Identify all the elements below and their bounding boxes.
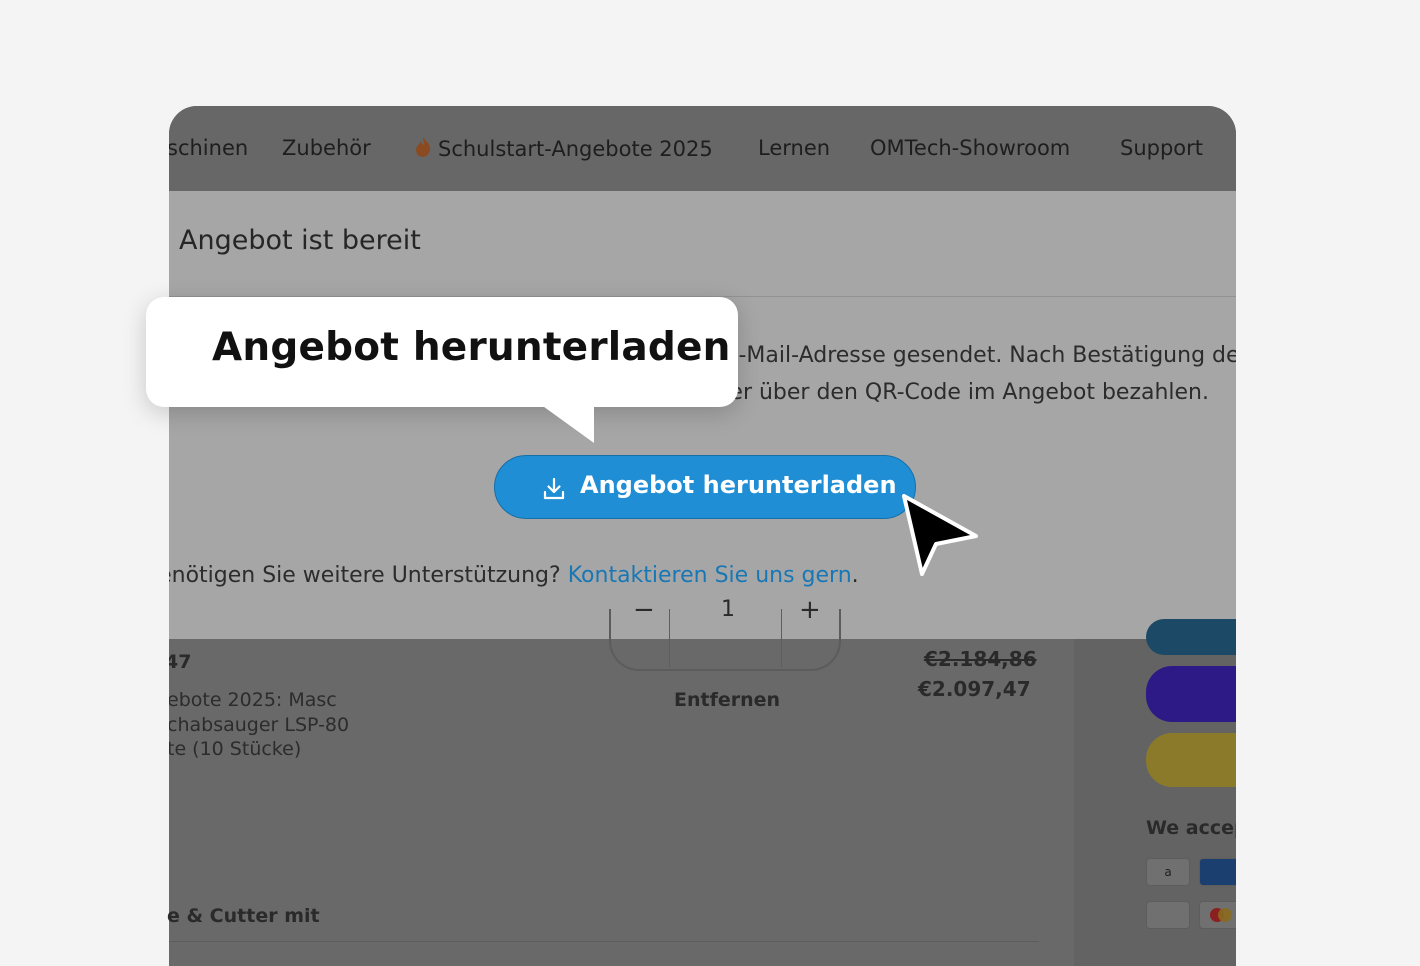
callout-bubble: Angebot herunterladen	[146, 297, 738, 407]
modal-title: Angebot ist bereit	[179, 225, 421, 256]
cart-background: 47 ebote 2025: Masc chabsauger LSP-80 te…	[169, 595, 1236, 966]
flame-icon	[416, 137, 431, 157]
contact-link[interactable]: Kontaktieren Sie uns gern	[568, 563, 852, 588]
callout-text: Angebot herunterladen	[212, 325, 731, 370]
cart-item-price-short: 47	[169, 651, 192, 673]
checkout-button[interactable]	[1146, 619, 1236, 655]
nav-item-schulstart-label: Schulstart-Angebote 2025	[438, 137, 713, 161]
quantity-stepper[interactable]: − 1 +	[609, 595, 841, 671]
qty-value[interactable]: 1	[721, 597, 735, 622]
we-accept-label: We accep	[1146, 817, 1236, 839]
price-old: €2.184,86	[924, 647, 1037, 671]
nav-item-lernen[interactable]: Lernen	[758, 136, 830, 160]
cart-item-desc-1: ebote 2025: Masc	[169, 689, 337, 711]
nav-item-support[interactable]: Support	[1120, 136, 1203, 160]
callout-tail	[540, 404, 594, 443]
download-quote-label: Angebot herunterladen	[580, 471, 897, 499]
support-line: Benötigen Sie weitere Unterstützung? Kon…	[169, 563, 859, 588]
amex-icon	[1199, 858, 1236, 886]
support-suffix: .	[851, 563, 859, 588]
ideal-icon	[1146, 901, 1190, 929]
nav-item-showroom[interactable]: OMTech-Showroom	[870, 136, 1070, 160]
mastercard-icon	[1199, 901, 1236, 929]
cart-divider	[169, 941, 1039, 942]
support-text: Benötigen Sie weitere Unterstützung?	[169, 563, 561, 588]
nav-item-zubehoer[interactable]: Zubehör	[282, 136, 371, 160]
paypal-button[interactable]	[1146, 733, 1236, 787]
download-quote-button[interactable]: Angebot herunterladen	[494, 455, 916, 519]
amazon-pay-icon: a	[1146, 858, 1190, 886]
express-pay-button[interactable]	[1146, 666, 1236, 722]
checkout-sidebar: We accep a	[1074, 619, 1236, 966]
nav-item-schulstart[interactable]: Schulstart-Angebote 2025	[414, 136, 713, 161]
mouse-cursor-icon	[902, 494, 978, 576]
price-new: €2.097,47	[918, 677, 1031, 701]
cart-item-desc-3: te (10 Stücke)	[169, 738, 302, 760]
top-navigation: schinen Zubehör Schulstart-Angebote 2025…	[169, 106, 1236, 191]
quote-ready-modal: Angebot ist bereit Ihr Angebot wurde an …	[169, 191, 1236, 639]
browser-window: schinen Zubehör Schulstart-Angebote 2025…	[169, 106, 1236, 966]
next-item-line-2: e & Cutter mit	[167, 905, 320, 927]
nav-item-maschinen[interactable]: schinen	[169, 136, 248, 160]
download-icon	[543, 477, 565, 500]
qty-minus-button[interactable]: −	[633, 595, 655, 625]
qty-plus-button[interactable]: +	[799, 595, 821, 625]
cart-item-desc-2: chabsauger LSP-80	[169, 714, 350, 736]
remove-link[interactable]: Entfernen	[674, 689, 780, 711]
